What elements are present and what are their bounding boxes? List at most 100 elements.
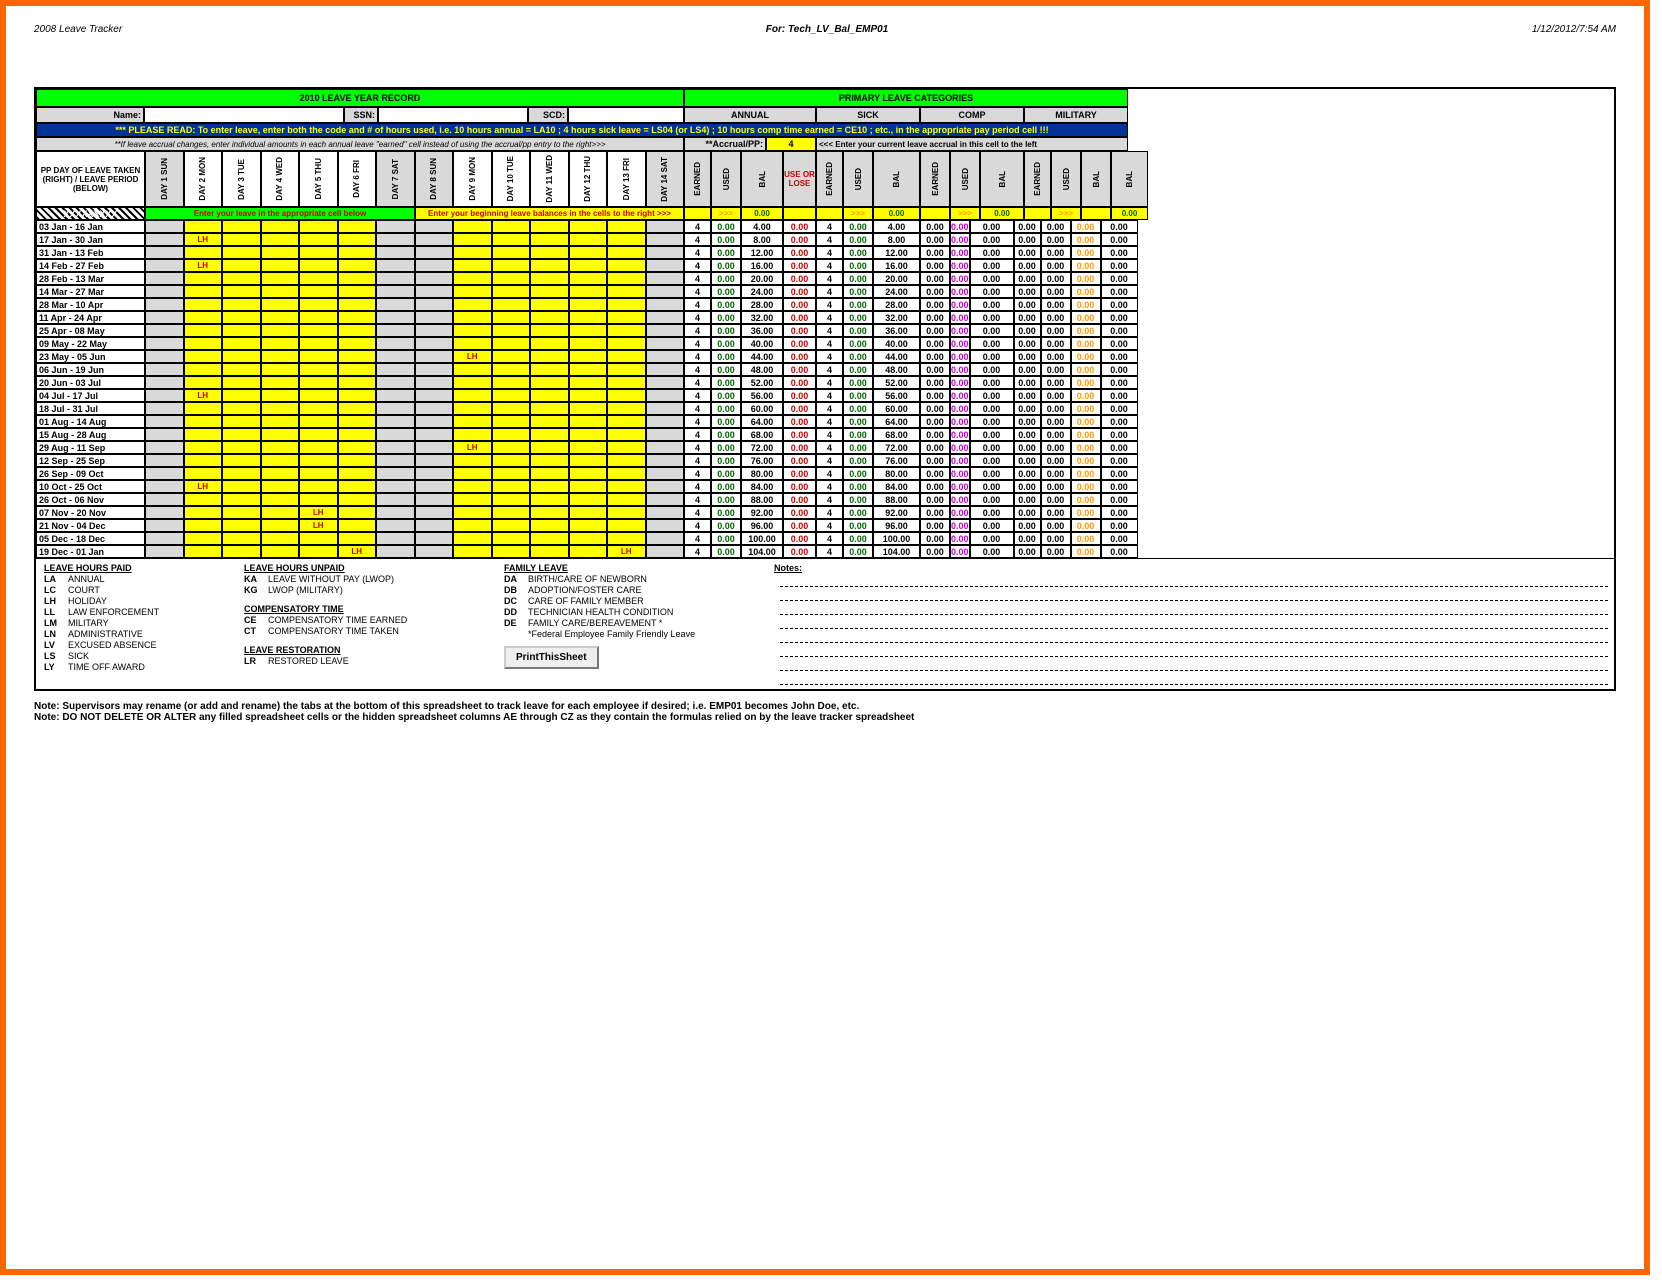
leave-cell[interactable] bbox=[492, 233, 531, 246]
leave-cell[interactable] bbox=[415, 376, 454, 389]
leave-cell[interactable] bbox=[145, 480, 184, 493]
leave-cell[interactable] bbox=[607, 363, 646, 376]
leave-cell[interactable] bbox=[338, 441, 377, 454]
leave-cell[interactable] bbox=[607, 324, 646, 337]
leave-cell[interactable] bbox=[530, 454, 569, 467]
leave-cell[interactable] bbox=[415, 389, 454, 402]
leave-cell[interactable] bbox=[453, 246, 492, 259]
leave-cell[interactable] bbox=[453, 415, 492, 428]
leave-cell[interactable] bbox=[492, 259, 531, 272]
val-name[interactable] bbox=[144, 107, 344, 123]
leave-cell[interactable] bbox=[492, 519, 531, 532]
leave-cell[interactable] bbox=[222, 454, 261, 467]
init-cell[interactable]: 0.00 bbox=[980, 207, 1024, 220]
leave-cell[interactable] bbox=[415, 454, 454, 467]
leave-cell[interactable] bbox=[261, 259, 300, 272]
leave-cell[interactable] bbox=[492, 415, 531, 428]
leave-cell[interactable] bbox=[376, 246, 415, 259]
leave-cell[interactable] bbox=[145, 506, 184, 519]
leave-cell[interactable] bbox=[415, 246, 454, 259]
leave-cell[interactable] bbox=[453, 454, 492, 467]
leave-cell[interactable] bbox=[453, 493, 492, 506]
leave-cell[interactable] bbox=[184, 454, 223, 467]
val-scd[interactable] bbox=[568, 107, 684, 123]
leave-cell[interactable] bbox=[569, 506, 608, 519]
notes-line[interactable] bbox=[780, 629, 1608, 643]
leave-cell[interactable] bbox=[261, 285, 300, 298]
init-cell[interactable]: 0.00 bbox=[873, 207, 920, 220]
leave-cell[interactable] bbox=[222, 415, 261, 428]
leave-cell[interactable] bbox=[145, 454, 184, 467]
leave-cell[interactable] bbox=[338, 415, 377, 428]
leave-cell[interactable] bbox=[338, 363, 377, 376]
leave-cell[interactable] bbox=[184, 545, 223, 558]
leave-cell[interactable] bbox=[184, 506, 223, 519]
leave-cell[interactable] bbox=[338, 467, 377, 480]
leave-cell[interactable] bbox=[646, 350, 685, 363]
leave-cell[interactable] bbox=[569, 389, 608, 402]
leave-cell[interactable] bbox=[261, 272, 300, 285]
leave-cell[interactable] bbox=[569, 532, 608, 545]
leave-cell[interactable] bbox=[607, 467, 646, 480]
leave-cell[interactable] bbox=[184, 311, 223, 324]
leave-cell[interactable] bbox=[338, 402, 377, 415]
leave-cell[interactable] bbox=[607, 532, 646, 545]
leave-cell[interactable] bbox=[145, 259, 184, 272]
leave-cell[interactable] bbox=[222, 519, 261, 532]
leave-cell[interactable] bbox=[415, 441, 454, 454]
leave-cell[interactable] bbox=[376, 519, 415, 532]
leave-cell[interactable] bbox=[569, 246, 608, 259]
leave-cell[interactable] bbox=[492, 220, 531, 233]
leave-cell[interactable] bbox=[453, 402, 492, 415]
notes-line[interactable] bbox=[780, 601, 1608, 615]
leave-cell[interactable] bbox=[646, 233, 685, 246]
leave-cell[interactable] bbox=[607, 493, 646, 506]
leave-cell[interactable] bbox=[222, 324, 261, 337]
leave-cell[interactable] bbox=[184, 337, 223, 350]
init-cell[interactable]: 0.00 bbox=[1111, 207, 1148, 220]
leave-cell[interactable] bbox=[261, 493, 300, 506]
leave-cell[interactable] bbox=[530, 428, 569, 441]
leave-cell[interactable] bbox=[415, 324, 454, 337]
leave-cell[interactable] bbox=[646, 519, 685, 532]
leave-cell[interactable] bbox=[184, 415, 223, 428]
leave-cell[interactable] bbox=[222, 493, 261, 506]
leave-cell[interactable] bbox=[299, 467, 338, 480]
leave-cell[interactable] bbox=[646, 493, 685, 506]
leave-cell[interactable] bbox=[569, 493, 608, 506]
leave-cell[interactable] bbox=[184, 246, 223, 259]
leave-cell[interactable] bbox=[646, 311, 685, 324]
leave-cell[interactable] bbox=[376, 428, 415, 441]
leave-cell[interactable] bbox=[376, 545, 415, 558]
leave-cell[interactable] bbox=[184, 493, 223, 506]
init-cell[interactable]: >>> bbox=[711, 207, 741, 220]
leave-cell[interactable] bbox=[299, 441, 338, 454]
leave-cell[interactable]: LH bbox=[607, 545, 646, 558]
leave-cell[interactable] bbox=[376, 350, 415, 363]
leave-cell[interactable] bbox=[646, 389, 685, 402]
leave-cell[interactable] bbox=[145, 272, 184, 285]
leave-cell[interactable] bbox=[261, 233, 300, 246]
leave-cell[interactable] bbox=[453, 506, 492, 519]
leave-cell[interactable] bbox=[338, 532, 377, 545]
leave-cell[interactable] bbox=[492, 493, 531, 506]
leave-cell[interactable] bbox=[376, 324, 415, 337]
leave-cell[interactable] bbox=[184, 428, 223, 441]
leave-cell[interactable] bbox=[299, 233, 338, 246]
leave-cell[interactable] bbox=[415, 298, 454, 311]
leave-cell[interactable] bbox=[376, 441, 415, 454]
leave-cell[interactable] bbox=[299, 454, 338, 467]
leave-cell[interactable] bbox=[145, 467, 184, 480]
leave-cell[interactable] bbox=[338, 272, 377, 285]
leave-cell[interactable] bbox=[569, 428, 608, 441]
leave-cell[interactable] bbox=[646, 298, 685, 311]
leave-cell[interactable] bbox=[145, 441, 184, 454]
leave-cell[interactable] bbox=[415, 337, 454, 350]
leave-cell[interactable] bbox=[646, 506, 685, 519]
leave-cell[interactable] bbox=[222, 298, 261, 311]
leave-cell[interactable] bbox=[607, 415, 646, 428]
leave-cell[interactable] bbox=[299, 337, 338, 350]
notes-line[interactable] bbox=[780, 587, 1608, 601]
leave-cell[interactable] bbox=[569, 519, 608, 532]
leave-cell[interactable] bbox=[222, 311, 261, 324]
